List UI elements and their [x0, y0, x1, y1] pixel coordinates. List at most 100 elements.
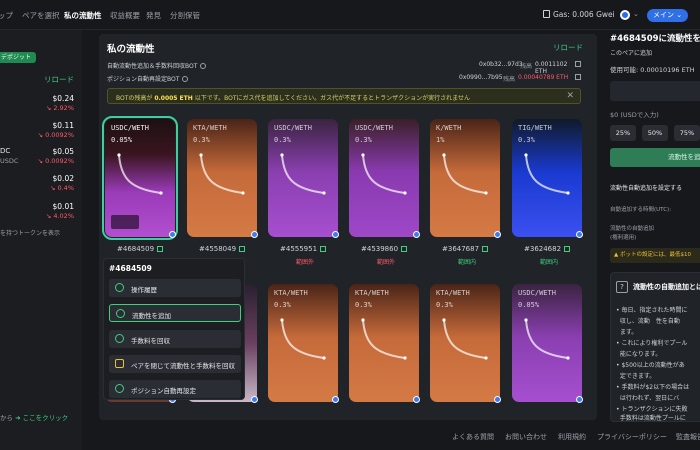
reload-button[interactable]: リロード — [553, 42, 583, 53]
range-point — [403, 191, 407, 195]
add-liquidity-title: #4684509に流動性を追加 — [610, 34, 700, 44]
help-bullet: • トランザクションに失敗 — [616, 406, 688, 413]
external-link-icon[interactable] — [564, 246, 571, 252]
nav-item-discover[interactable]: 発見 — [146, 10, 161, 21]
add-liquidity-button[interactable]: 流動性を追加 — [109, 304, 241, 322]
close-icon[interactable]: ✕ — [566, 91, 574, 101]
position-card[interactable]: USDC/WETH 0.3% — [268, 119, 338, 237]
gas-pump-icon — [543, 10, 550, 18]
click-here-link[interactable]: ➜ ここをクリック — [15, 414, 68, 422]
card-id[interactable]: #4539860 — [361, 245, 408, 253]
footer-contact-link[interactable]: お問い合わせ — [505, 432, 547, 442]
info-icon[interactable] — [200, 63, 207, 69]
bot-min-warning-text: ボットの設定には、最低$10 — [619, 252, 691, 258]
collect-fees-button[interactable]: 手数料を回収 — [109, 330, 241, 348]
nav-item-earnings[interactable]: 収益概要 — [110, 10, 140, 21]
history-button[interactable]: 操作履歴 — [109, 279, 241, 297]
bot-label-text: ポジション自動再設定BOT — [107, 76, 180, 83]
card-id[interactable]: #4684509 — [117, 245, 164, 253]
help-bullet: 能になります。 — [616, 349, 661, 358]
range-point — [280, 318, 284, 322]
external-link-icon[interactable] — [575, 61, 581, 67]
add-liquidity-submit[interactable]: 流動性を追 — [610, 148, 700, 167]
token-row[interactable]: $0.01 ↘ 4.02% — [0, 200, 82, 226]
collect-fees-label: 手数料を回収 — [131, 337, 170, 345]
deposit-badge[interactable]: デポジット — [0, 52, 37, 63]
card-id[interactable]: #3624682 — [524, 245, 571, 253]
question-icon: ? — [616, 281, 628, 293]
page-title: 私の流動性 — [107, 44, 155, 55]
bot-label: ポジション自動再設定BOT — [107, 74, 189, 83]
amount-input[interactable] — [610, 81, 700, 101]
range-point — [322, 356, 326, 360]
position-card[interactable]: USDC/WETH 0.05% — [512, 284, 582, 402]
position-card[interactable]: KTA/WETH 0.3% — [187, 119, 257, 237]
help-bullet-text: $500以上の流動性があ — [621, 362, 685, 369]
card-id[interactable]: #3647687 — [442, 245, 489, 253]
nav-item-my-liquidity[interactable]: 私の流動性 — [64, 10, 102, 21]
external-link-icon[interactable] — [401, 246, 408, 252]
show-tokens-toggle[interactable]: を持つトークンを表示 — [0, 228, 60, 237]
card-id[interactable]: #4558049 — [199, 245, 246, 253]
chain-icon — [576, 231, 583, 238]
chain-icon — [413, 231, 420, 238]
token-value: $0.24 — [52, 94, 74, 103]
pct-50-button[interactable]: 50% — [642, 125, 668, 141]
auto-reposition-button[interactable]: ポジション自動再設定 — [109, 380, 241, 398]
sidebar-reload-button[interactable]: リロード — [44, 74, 74, 85]
range-curve-path — [443, 319, 487, 359]
footer-audit-link[interactable]: 監査報告 — [676, 432, 700, 442]
position-card[interactable]: USDC/WETH 0.3% — [349, 119, 419, 237]
pct-75-button[interactable]: 75% — [674, 125, 700, 141]
token-row[interactable]: $0.24 ↘ 2.92% — [0, 92, 82, 118]
external-link-icon[interactable] — [482, 246, 489, 252]
pct-25-button[interactable]: 25% — [610, 125, 636, 141]
close-pair-button[interactable]: ペアを閉じて流動性と手数料を回収 — [109, 355, 241, 373]
balance-label: 残高 — [503, 76, 516, 83]
range-status-badge: 範囲内 — [540, 259, 559, 266]
add-liquidity-label: 流動性を追加 — [132, 312, 171, 320]
external-link-icon[interactable] — [575, 74, 581, 80]
card-fee: 0.3% — [518, 136, 535, 144]
chevron-down-icon[interactable]: ⌄ — [633, 10, 639, 18]
range-point — [199, 153, 203, 157]
token-row[interactable]: $0.02 ↘ 0.4% — [0, 172, 82, 198]
range-curve-path — [443, 154, 487, 194]
low-balance-warning: BOTの残高が 0.0005 ETH 以下です。BOTにガス代を追加してください… — [107, 88, 581, 104]
footer-terms-link[interactable]: 利用規約 — [558, 432, 586, 442]
menu-title: #4684509 — [109, 264, 152, 273]
card-fee: 0.3% — [193, 136, 210, 144]
chain-icon — [576, 396, 583, 403]
plus-icon — [116, 309, 125, 318]
help-bullet-text: ます。 — [619, 329, 638, 336]
range-curve-path — [281, 319, 325, 359]
info-icon[interactable] — [182, 76, 189, 82]
help-bullet: • $500以上の流動性があ — [616, 362, 685, 369]
auto-add-sublabel: (権利適用) — [610, 235, 637, 241]
position-card[interactable]: KTA/WETH 0.3% — [268, 284, 338, 402]
external-link-icon[interactable] — [320, 246, 327, 252]
footer-faq-link[interactable]: よくある質問 — [452, 432, 494, 442]
chain-icon[interactable] — [620, 10, 630, 20]
chain-icon — [413, 396, 420, 403]
help-bullet-text: 手数料は流動性プールに — [619, 415, 686, 422]
position-card[interactable]: K/WETH 1% — [430, 119, 500, 237]
nav-item-select-pair[interactable]: ペアを選択 — [22, 10, 60, 21]
position-card[interactable]: TIG/WETH 0.3% — [512, 119, 582, 237]
footer-privacy-link[interactable]: プライバシーポリシー — [597, 432, 667, 442]
position-card[interactable]: KTA/WETH 0.3% — [430, 284, 500, 402]
card-id[interactable]: #4555951 — [280, 245, 327, 253]
range-point — [484, 191, 488, 195]
token-row[interactable]: DC USDC $0.05 ↘ 0.0092% — [0, 145, 82, 171]
range-point — [159, 191, 163, 195]
nav-item-custody[interactable]: 分割保管 — [170, 10, 200, 21]
token-row[interactable]: $0.11 ↘ 0.0092% — [0, 119, 82, 145]
position-card[interactable]: KTA/WETH 0.3% — [349, 284, 419, 402]
card-pair: USDC/WETH — [111, 124, 149, 132]
external-link-icon[interactable] — [157, 246, 164, 252]
external-link-icon[interactable] — [239, 246, 246, 252]
range-point — [280, 153, 284, 157]
position-card[interactable]: USDC/WETH 0.05% — [102, 116, 178, 240]
nav-item-top[interactable]: ップ — [0, 10, 13, 21]
network-selector[interactable]: メイン ⌄ — [647, 9, 689, 22]
